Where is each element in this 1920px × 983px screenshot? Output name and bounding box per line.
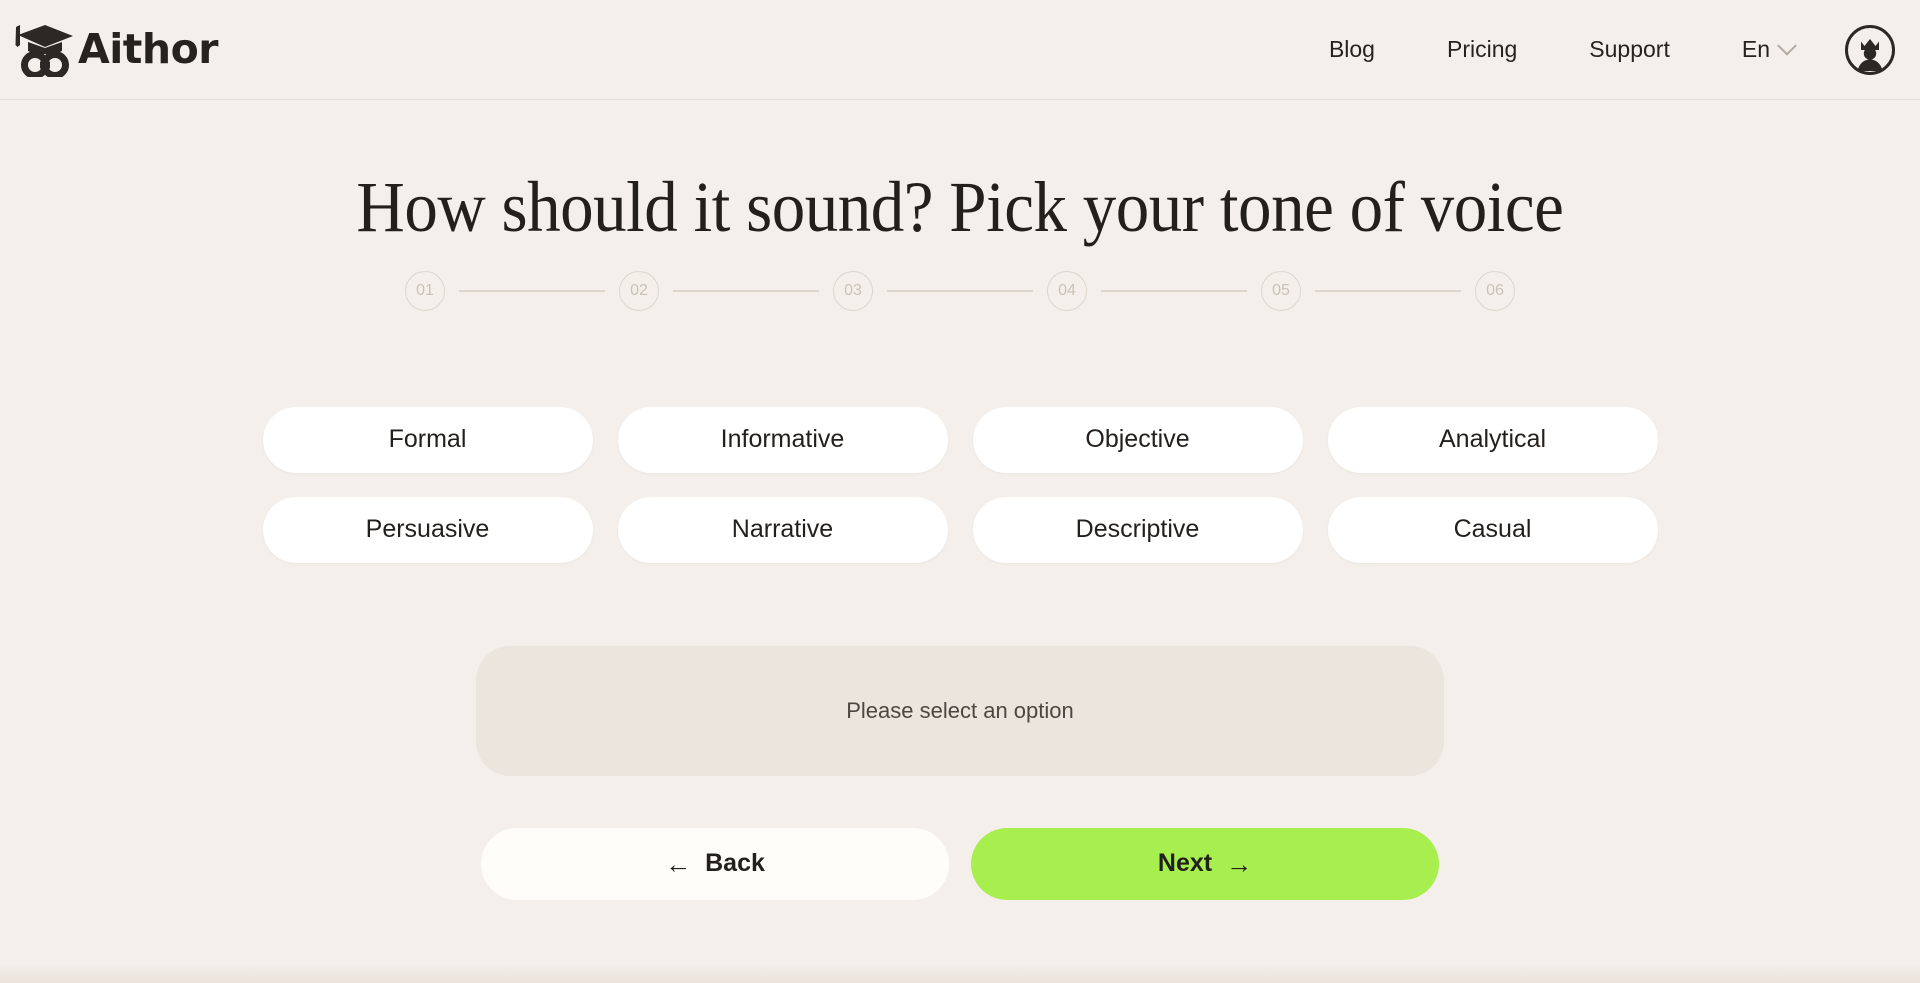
- option-analytical[interactable]: Analytical: [1327, 406, 1658, 473]
- nav-item-pricing[interactable]: Pricing: [1411, 28, 1553, 71]
- language-selector[interactable]: En: [1706, 28, 1822, 71]
- back-button[interactable]: ← Back: [481, 827, 949, 900]
- arrow-left-icon: ←: [665, 848, 692, 879]
- page-title: How should it sound? Pick your tone of v…: [356, 167, 1564, 247]
- arrow-right-icon: →: [1226, 848, 1253, 879]
- step-indicator-01[interactable]: 01: [405, 270, 445, 311]
- nav-item-support[interactable]: Support: [1553, 28, 1706, 71]
- option-casual[interactable]: Casual: [1327, 496, 1658, 563]
- option-descriptive[interactable]: Descriptive: [972, 496, 1303, 563]
- option-objective[interactable]: Objective: [972, 406, 1303, 473]
- main-content: How should it sound? Pick your tone of v…: [0, 100, 1920, 983]
- bottom-fade-overlay: [0, 965, 1920, 983]
- tone-options-grid: Formal Informative Objective Analytical …: [262, 406, 1658, 563]
- step-indicator-05[interactable]: 05: [1261, 270, 1301, 311]
- primary-nav: Blog Pricing Support En: [1293, 24, 1896, 76]
- nav-item-blog[interactable]: Blog: [1293, 28, 1411, 71]
- back-button-label: Back: [705, 849, 765, 878]
- chevron-down-icon: [1777, 35, 1797, 56]
- option-narrative[interactable]: Narrative: [617, 496, 948, 563]
- crown-user-avatar-icon[interactable]: [1844, 24, 1896, 76]
- selection-hint-text: Please select an option: [846, 697, 1074, 723]
- step-indicator-06[interactable]: 06: [1475, 270, 1515, 311]
- step-progress-indicator: 01 02 03 04 05 06: [405, 270, 1515, 311]
- brand-name: Aithor: [78, 25, 218, 73]
- wizard-actions: ← Back Next →: [481, 827, 1439, 900]
- step-indicator-04[interactable]: 04: [1047, 270, 1087, 311]
- step-connector-4: [1101, 289, 1247, 292]
- brand-logo[interactable]: Aithor: [14, 22, 218, 78]
- selection-hint-box: Please select an option: [476, 645, 1444, 776]
- step-indicator-03[interactable]: 03: [833, 270, 873, 311]
- step-connector-2: [673, 289, 819, 292]
- step-connector-5: [1315, 289, 1461, 292]
- step-indicator-02[interactable]: 02: [619, 270, 659, 311]
- step-connector-1: [459, 289, 605, 292]
- language-label: En: [1741, 36, 1770, 62]
- next-button-label: Next: [1157, 849, 1213, 878]
- option-informative[interactable]: Informative: [617, 406, 948, 473]
- step-connector-3: [887, 289, 1033, 292]
- next-button[interactable]: Next →: [971, 827, 1439, 900]
- graduation-cap-infinity-logo-icon: [15, 24, 73, 77]
- site-header: Aithor Blog Pricing Support En: [0, 0, 1920, 100]
- option-formal[interactable]: Formal: [262, 406, 593, 473]
- option-persuasive[interactable]: Persuasive: [262, 496, 593, 563]
